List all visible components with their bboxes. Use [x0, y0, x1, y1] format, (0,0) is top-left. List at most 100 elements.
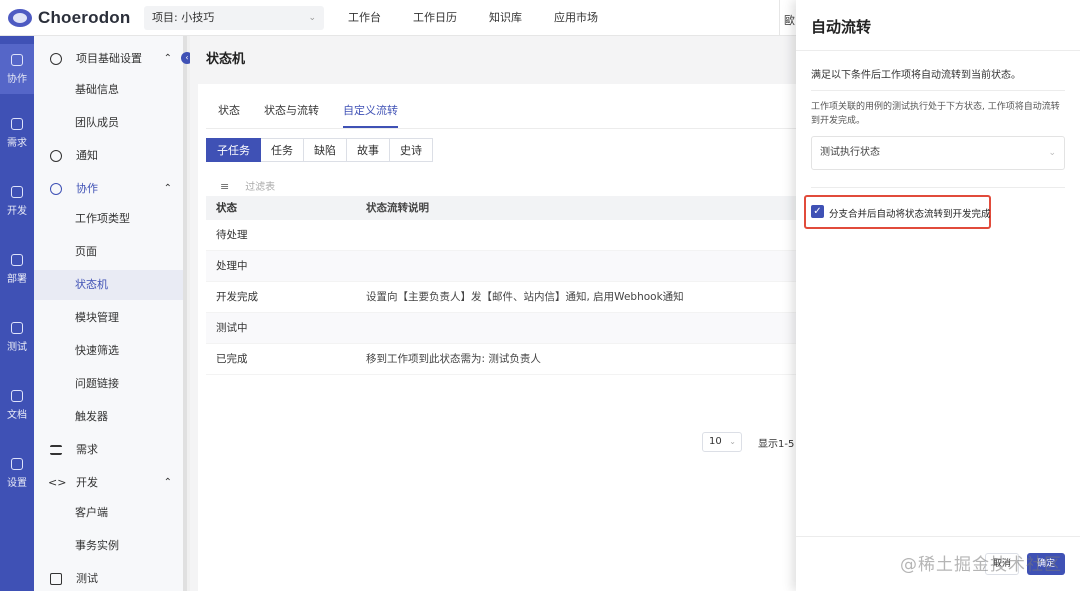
- menu-label: 测试: [76, 572, 98, 585]
- side-menu: 项目基础设置 ⌃ 基础信息 团队成员 通知 协作 ⌃ 工作项类型 页面 状态机 …: [34, 36, 186, 591]
- settings-icon: [11, 458, 23, 470]
- header-divider: [779, 0, 780, 36]
- segment-task[interactable]: 任务: [261, 138, 304, 162]
- menu-label: 项目基础设置: [76, 52, 142, 65]
- menu-item-page[interactable]: 页面: [34, 237, 186, 267]
- menu-item-issue-links[interactable]: 问题链接: [34, 369, 186, 399]
- divider: [811, 187, 1065, 188]
- table-row[interactable]: 开发完成 设置向【主要负责人】发【邮件、站内信】通知, 启用Webhook通知: [206, 282, 796, 313]
- menu-label: 通知: [76, 149, 98, 162]
- project-select[interactable]: 项目: 小技巧 ⌄: [144, 6, 324, 30]
- menu-item-tx-instance[interactable]: 事务实例: [34, 531, 186, 561]
- tab-status[interactable]: 状态: [218, 102, 240, 128]
- drawer-description: 满足以下条件后工作项将自动流转到当前状态。: [811, 70, 1021, 81]
- main-content: 状态机 状态 状态与流转 自定义流转 子任务 任务 缺陷 故事 史诗 ≡ 过滤表…: [190, 36, 796, 591]
- logo-text: Choerodon: [38, 8, 131, 27]
- menu-item-client[interactable]: 客户端: [34, 498, 186, 528]
- rail-item-deploy[interactable]: 部署: [0, 254, 34, 285]
- segment-story[interactable]: 故事: [347, 138, 390, 162]
- table-row[interactable]: 已完成 移到工作项到此状态需为: 测试负责人: [206, 344, 796, 375]
- chevron-up-icon: ⌃: [163, 477, 172, 488]
- checklist-icon: [50, 573, 62, 585]
- menu-item-issue-types[interactable]: 工作项类型: [34, 204, 186, 234]
- rail-item-develop[interactable]: 开发: [0, 186, 34, 217]
- menu-item-quick-filter[interactable]: 快速筛选: [34, 336, 186, 366]
- table-row[interactable]: 处理中: [206, 251, 796, 282]
- rail-label: 需求: [7, 138, 27, 149]
- rail-item-test[interactable]: 测试: [0, 322, 34, 353]
- menu-item-team-members[interactable]: 团队成员: [34, 108, 186, 138]
- check-icon: ✓: [813, 206, 822, 217]
- table-header: 状态 状态流转说明: [206, 196, 796, 220]
- segment-bug[interactable]: 缺陷: [304, 138, 347, 162]
- tab-custom-transition[interactable]: 自定义流转: [343, 102, 398, 128]
- top-nav: 工作台 工作日历 知识库 应用市场: [332, 0, 614, 36]
- chevron-down-icon: ⌄: [1048, 148, 1056, 158]
- bell-icon: [50, 150, 62, 162]
- nav-calendar[interactable]: 工作日历: [397, 0, 473, 36]
- drawer-note: 工作项关联的用例的测试执行处于下方状态, 工作项将自动流转到开发完成。: [811, 102, 1060, 126]
- tab-status-transition[interactable]: 状态与流转: [264, 102, 319, 128]
- doc-icon: [11, 390, 23, 402]
- chevron-up-icon: ⌃: [163, 183, 172, 194]
- menu-group-test[interactable]: 测试: [34, 564, 186, 591]
- chevron-down-icon: ⌄: [308, 13, 316, 23]
- menu-group-project-settings[interactable]: 项目基础设置 ⌃: [34, 44, 186, 74]
- rail-item-settings[interactable]: 设置: [0, 458, 34, 489]
- menu-item-state-machine[interactable]: 状态机: [34, 270, 186, 300]
- left-rail: 协作 需求 开发 部署 测试 文档 设置: [0, 36, 34, 591]
- pagination-info: 显示1-5: [758, 439, 795, 450]
- rail-label: 设置: [7, 478, 27, 489]
- list-icon: [50, 445, 62, 455]
- menu-group-develop[interactable]: <> 开发 ⌃: [34, 468, 186, 498]
- palette-icon: [50, 53, 62, 65]
- table-row[interactable]: 测试中: [206, 313, 796, 344]
- cell-status: 已完成: [216, 353, 248, 365]
- cell-status: 处理中: [216, 260, 248, 272]
- cell-status: 开发完成: [216, 291, 258, 303]
- table-row[interactable]: 待处理: [206, 220, 796, 251]
- cell-status: 测试中: [216, 322, 248, 334]
- auto-transition-checkbox[interactable]: ✓: [811, 205, 824, 218]
- clipboard-icon: [11, 322, 23, 334]
- page-size-value: 10: [709, 436, 722, 447]
- layers-icon: [11, 118, 23, 130]
- menu-item-basic-info[interactable]: 基础信息: [34, 75, 186, 105]
- menu-label: 协作: [76, 182, 98, 195]
- status-table: 状态 状态流转说明 待处理 处理中 开发完成 设置向【主要负责人】发【邮件、站内…: [206, 196, 796, 375]
- nav-app-market[interactable]: 应用市场: [538, 0, 614, 36]
- drawer-footer-divider: [796, 536, 1080, 537]
- page-size-select[interactable]: 10 ⌄: [702, 432, 742, 452]
- filter-icon: ≡: [220, 180, 230, 193]
- filter-bar[interactable]: ≡ 过滤表: [220, 178, 275, 193]
- checkbox-label[interactable]: 分支合并后自动将状态流转到开发完成: [829, 206, 991, 220]
- drawer-title: 自动流转: [811, 18, 872, 36]
- test-execution-status-select[interactable]: 测试执行状态 ⌄: [811, 136, 1065, 170]
- project-select-value: 项目: 小技巧: [152, 11, 215, 24]
- divider: [796, 50, 1080, 51]
- menu-item-modules[interactable]: 模块管理: [34, 303, 186, 333]
- rail-item-doc[interactable]: 文档: [0, 390, 34, 421]
- rail-item-demand[interactable]: 需求: [0, 118, 34, 149]
- header-clipped-text: 歐: [784, 14, 795, 27]
- menu-item-notify[interactable]: 通知: [34, 141, 186, 171]
- logo[interactable]: Choerodon: [8, 7, 130, 29]
- nav-workbench[interactable]: 工作台: [332, 0, 397, 36]
- menu-group-collab[interactable]: 协作 ⌃: [34, 174, 186, 204]
- rail-label: 协作: [7, 74, 27, 85]
- segment-subtask[interactable]: 子任务: [206, 138, 261, 162]
- menu-item-triggers[interactable]: 触发器: [34, 402, 186, 432]
- menu-group-demand[interactable]: 需求: [34, 435, 186, 465]
- nav-knowledge[interactable]: 知识库: [473, 0, 538, 36]
- chevron-down-icon: ⌄: [729, 437, 736, 446]
- rail-label: 测试: [7, 342, 27, 353]
- collab-icon: [11, 54, 23, 66]
- segment-epic[interactable]: 史诗: [390, 138, 433, 162]
- rail-label: 开发: [7, 206, 27, 217]
- page-title: 状态机: [206, 52, 246, 67]
- rail-item-collab[interactable]: 协作: [0, 44, 34, 94]
- deploy-icon: [11, 254, 23, 266]
- tab-divider: [206, 128, 796, 129]
- cell-description: 移到工作项到此状态需为: 测试负责人: [366, 353, 541, 365]
- menu-scrollbar[interactable]: [183, 36, 187, 591]
